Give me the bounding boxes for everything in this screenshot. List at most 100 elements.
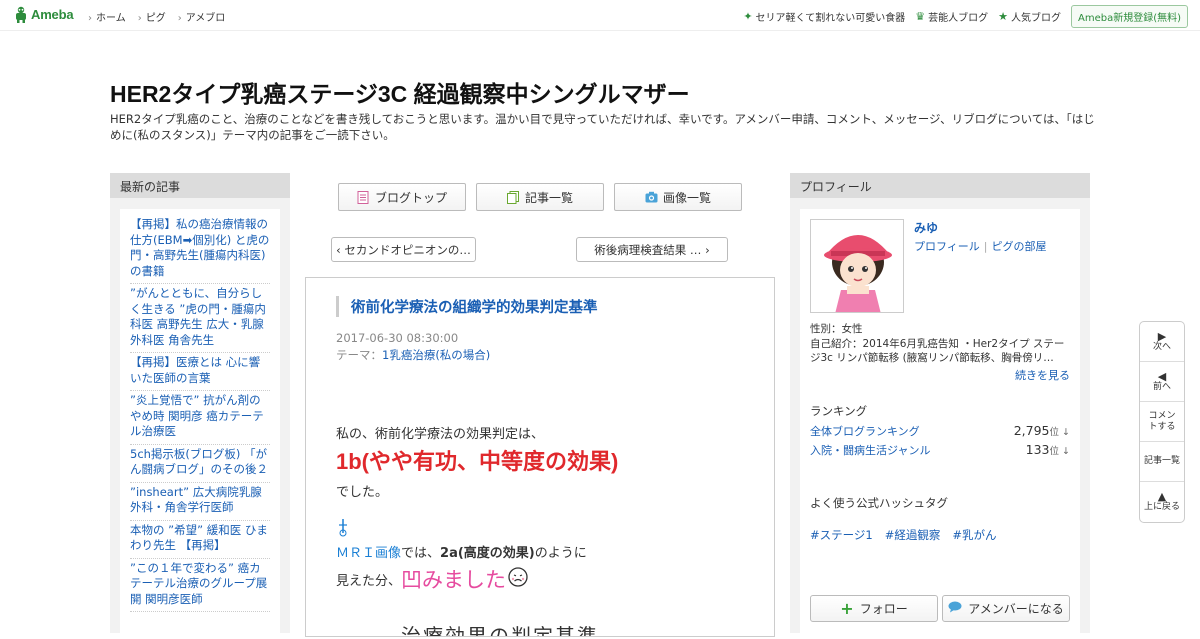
tab-blog-top-label: ブログトップ: [374, 190, 447, 205]
tab-article-list-label: 記事一覧: [524, 190, 573, 205]
link-separator: |: [983, 240, 988, 253]
article-date: 2017-06-30 08:30:00: [336, 331, 459, 345]
top-bar: Ameba ホーム ピグ アメブロ ✦ セリア軽くて割れない可愛い食器 ♛ 芸能…: [0, 0, 1200, 31]
play-left-icon: ◀: [1157, 369, 1167, 383]
mri-text-bold: 2a(高度の効果): [440, 546, 535, 561]
amember-button[interactable]: アメンバーになる: [942, 595, 1070, 622]
profile-content: みゆ プロフィール | ピグの部屋 性別：女性 自己紹介：2014年6月乳癌告知 ・…: [800, 209, 1080, 639]
global-nav: ホーム ピグ アメブロ: [88, 9, 225, 24]
recent-article-link[interactable]: ”炎上覚悟で” 抗がん剤のやめ時 関明彦 癌カテーテル治療医: [130, 391, 270, 445]
profile-info: 性別：女性 自己紹介：2014年6月乳癌告知 ・Her2タイプ ステージ3c リ…: [810, 322, 1072, 366]
hashtag-link[interactable]: #経過観察: [885, 527, 941, 543]
prev-article-button[interactable]: ‹ セカンドオピニオンの…: [331, 237, 476, 262]
avatar[interactable]: [810, 219, 904, 313]
sad-face-icon: [508, 567, 528, 591]
article-theme-link[interactable]: 1乳癌治療(私の場合): [382, 348, 490, 362]
hashtag-heading: よく使う公式ハッシュタグ: [810, 496, 948, 510]
article-list-button[interactable]: 記事一覧: [1140, 442, 1184, 482]
pig-room-link[interactable]: ピグの部屋: [992, 240, 1047, 253]
amember-button-label: アメンバーになる: [968, 602, 1064, 616]
comment-label: コメントする: [1148, 410, 1176, 432]
popular-blog-link[interactable]: ★ 人気ブログ: [998, 9, 1061, 24]
hashtag-list: #ステージ1 #経過観察 #乳がん: [810, 527, 997, 543]
ranking-row: 全体ブログランキング 2,795位 ↓: [810, 423, 1070, 439]
ranking-heading: ランキング: [810, 404, 868, 418]
profile-panel: プロフィール みゆ プロフィール | ピグの部屋 性別：女性 自己紹介：2014年6…: [790, 173, 1090, 639]
promo-link[interactable]: ✦ セリア軽くて割れない可愛い食器: [743, 9, 905, 24]
blog-title[interactable]: HER2タイプ乳癌ステージ3C 経過観察中シングルマザー: [110, 75, 690, 109]
floating-nav: ▶ 次へ ◀ 前へ コメントする 記事一覧 ▲ 上に戻る: [1139, 321, 1185, 523]
article-pink-text: 凹みました: [401, 568, 507, 592]
article-line-1: 私の、術前化学療法の効果判定は、: [336, 427, 545, 442]
logo-text: Ameba: [31, 7, 74, 22]
ranking-value: 2,795: [1013, 423, 1050, 438]
article-title[interactable]: 術前化学療法の組織学的効果判定基準: [336, 296, 598, 317]
next-article-button[interactable]: 術後病理検査結果 … ›: [576, 237, 728, 262]
blog-description: HER2タイプ乳癌のこと、治療のことなどを書き残しておこうと思います。温かい目で…: [110, 112, 1095, 142]
profile-heading: プロフィール: [790, 173, 1090, 198]
crown-icon: ♛: [915, 10, 926, 23]
recent-article-link[interactable]: ”この１年で変わる” 癌カテーテル治療のグループ展開 関明彦医師: [130, 559, 270, 612]
comment-button[interactable]: コメントする: [1140, 402, 1184, 442]
ranking-row: 入院・闘病生活ジャンル 133位 ↓: [810, 442, 1070, 458]
article-theme-prefix: テーマ：: [336, 348, 382, 362]
popular-blog-label: 人気ブログ: [1010, 13, 1061, 24]
profile-links: プロフィール | ピグの部屋: [914, 238, 1047, 254]
ranking-label[interactable]: 全体ブログランキング: [810, 423, 920, 439]
tab-image-list-label: 画像一覧: [662, 190, 711, 205]
article-body: 術前化学療法の組織学的効果判定基準 2017-06-30 08:30:00 テー…: [305, 277, 775, 637]
article-line-3: ＭＲＩ画像では、2a(高度の効果)のように: [336, 542, 587, 561]
article-line-2: でした。: [336, 485, 389, 500]
mri-text-mid: では、: [401, 546, 441, 561]
register-button[interactable]: Ameba新規登録(無料): [1070, 5, 1188, 28]
recent-article-link[interactable]: ”insheart” 広大病院乳腺外科・角舎学行医師: [130, 483, 270, 521]
read-more-link[interactable]: 続きを見る: [1015, 367, 1070, 383]
back-to-top-label: 上に戻る: [1143, 502, 1180, 512]
sparkle-icon: ✦: [743, 10, 753, 23]
blog-tabs: ブログトップ 記事一覧 画像一覧: [338, 183, 742, 211]
ranking-label[interactable]: 入院・闘病生活ジャンル: [810, 442, 930, 458]
back-to-top-button[interactable]: ▲ 上に戻る: [1140, 482, 1184, 522]
recent-articles-list: 【再掲】私の癌治療情報の仕方(EBM➡個別化) と虎の門・高野先生(腫瘍内科医)…: [120, 209, 280, 639]
next-post-label: 次へ: [1152, 341, 1171, 352]
profile-intro: 自己紹介：2014年6月乳癌告知 ・Her2タイプ ステージ3c リンパ節転移 …: [810, 337, 1065, 365]
tab-image-list[interactable]: 画像一覧: [614, 183, 742, 211]
celebrity-blog-label: 芸能人ブログ: [928, 13, 989, 24]
recent-article-link[interactable]: ”がんとともに、自分らしく生きる ”虎の門・腫瘍内科医 高野先生 広大・乳腺外科…: [130, 284, 270, 353]
ranking-value: 133: [1025, 442, 1050, 457]
recent-article-link[interactable]: 5ch掲示板(ブログ板) 「がん闘病ブログ」のその後２: [130, 445, 270, 483]
recent-article-link[interactable]: 【再掲】医療とは 心に響いた医師の言葉: [130, 353, 270, 391]
tab-blog-top[interactable]: ブログトップ: [338, 183, 466, 211]
star-icon: ★: [998, 10, 1008, 23]
mri-image-link[interactable]: ＭＲＩ画像: [336, 546, 401, 561]
profile-name[interactable]: みゆ: [914, 219, 938, 236]
article-line-4-pre: 見えた分、: [336, 573, 402, 589]
ranking-unit: 位 ↓: [1049, 446, 1070, 457]
tab-article-list[interactable]: 記事一覧: [476, 183, 604, 211]
sparkle-emoji-icon: [336, 519, 350, 541]
recent-articles-panel: 最新の記事 【再掲】私の癌治療情報の仕方(EBM➡個別化) と虎の門・高野先生(…: [110, 173, 290, 639]
follow-button[interactable]: + フォロー: [810, 595, 938, 622]
follow-button-label: フォロー: [859, 602, 908, 616]
chat-bubble-icon: [948, 601, 962, 616]
hashtag-link[interactable]: #ステージ1: [810, 527, 873, 543]
plus-icon: +: [840, 599, 854, 618]
celebrity-blog-link[interactable]: ♛ 芸能人ブログ: [915, 9, 988, 24]
recent-article-link[interactable]: 本物の ”希望” 緩和医 ひまわり先生 【再掲】: [130, 521, 270, 559]
nav-ameblo[interactable]: アメブロ: [178, 9, 226, 24]
prev-post-button[interactable]: ◀ 前へ: [1140, 362, 1184, 402]
profile-link[interactable]: プロフィール: [914, 240, 980, 253]
arrow-up-icon: ▲: [1157, 490, 1167, 503]
next-post-button[interactable]: ▶ 次へ: [1140, 322, 1184, 362]
play-right-icon: ▶: [1157, 329, 1167, 343]
nav-home[interactable]: ホーム: [88, 9, 126, 24]
hashtag-link[interactable]: #乳がん: [952, 527, 996, 543]
recent-article-link[interactable]: 【再掲】私の癌治療情報の仕方(EBM➡個別化) と虎の門・高野先生(腫瘍内科医)…: [130, 215, 270, 284]
document-icon: [357, 190, 369, 204]
profile-gender: 性別：女性: [810, 323, 863, 335]
camera-icon: [645, 191, 658, 204]
ameba-logo[interactable]: Ameba: [14, 6, 74, 23]
nav-pig[interactable]: ピグ: [138, 9, 166, 24]
article-line-4: 見えた分、 凹みました: [336, 564, 528, 594]
list-icon: [506, 190, 519, 204]
